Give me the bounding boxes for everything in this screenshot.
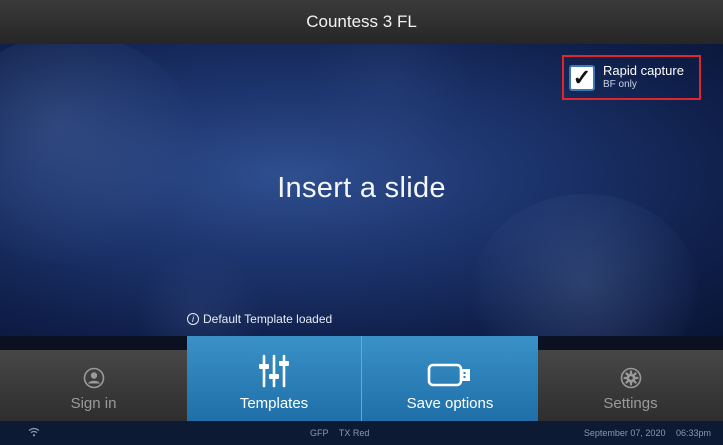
title-bar: Countess 3 FL (0, 0, 723, 44)
template-status: i Default Template loaded (187, 312, 332, 326)
user-icon (83, 367, 105, 389)
checkmark-icon: ✓ (572, 64, 592, 90)
rapid-capture-sublabel: BF only (603, 79, 637, 91)
template-status-text: Default Template loaded (203, 312, 333, 326)
channel-txred: TX Red (338, 428, 370, 438)
datetime: September 07, 2020 06:33pm (584, 428, 711, 438)
sign-in-button[interactable]: Sign in (0, 350, 187, 421)
status-bar: GFP TX Red September 07, 2020 06:33pm (0, 421, 723, 445)
gear-icon (620, 367, 642, 389)
background-cell-image (0, 44, 200, 264)
rapid-capture-toggle[interactable]: ✓ Rapid capture BF only (562, 55, 701, 100)
info-icon: i (187, 313, 199, 325)
templates-button[interactable]: Templates (187, 336, 361, 421)
sliders-icon (256, 353, 292, 389)
date: September 07, 2020 (583, 428, 666, 438)
preview-area: ✓ Rapid capture BF only Insert a slide i… (0, 44, 723, 336)
time: 06:33pm (675, 428, 711, 438)
wifi-icon (28, 427, 40, 439)
main-message: Insert a slide (277, 172, 446, 204)
sign-in-label: Sign in (70, 395, 117, 412)
app-title: Countess 3 FL (306, 12, 417, 31)
settings-label: Settings (603, 395, 658, 412)
rapid-capture-checkbox[interactable]: ✓ (569, 64, 595, 91)
background-cell-image (470, 194, 700, 336)
background-cell-image (300, 44, 480, 154)
save-options-label: Save options (406, 395, 494, 412)
channel-gfp: GFP (310, 428, 329, 438)
rapid-capture-label: Rapid capture (603, 63, 684, 79)
save-options-button[interactable]: Save options (362, 336, 538, 421)
templates-label: Templates (239, 395, 309, 412)
settings-button[interactable]: Settings (538, 350, 723, 421)
usb-drive-icon (427, 361, 473, 389)
channel-list: GFP TX Red (310, 428, 377, 438)
